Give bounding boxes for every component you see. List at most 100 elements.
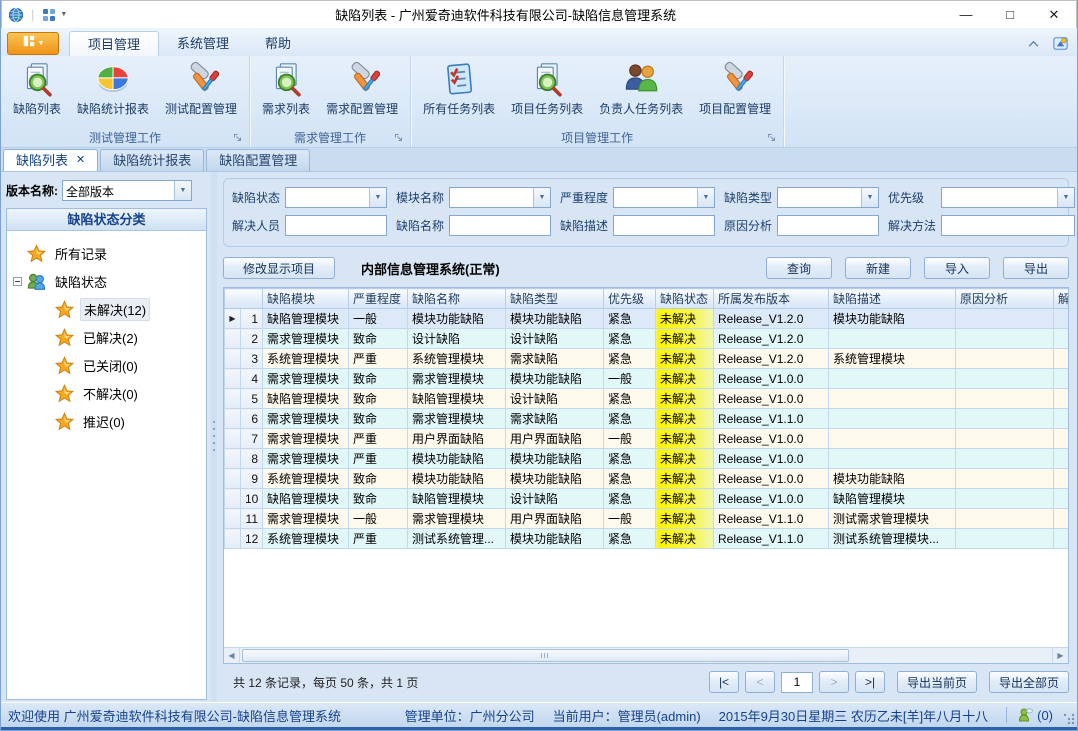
prev-page-button[interactable]: < [745,671,775,693]
filter-combobox[interactable]: ▼ [777,187,879,208]
cell [829,369,956,389]
ribbon-button[interactable]: 缺陷列表 [5,59,69,117]
cell: 致命 [349,369,408,389]
ribbon-button[interactable]: 缺陷统计报表 [69,59,157,117]
modify-columns-button[interactable]: 修改显示项目 [223,257,335,279]
dropdown-arrow-icon[interactable]: ▼ [697,188,714,207]
scroll-left-icon[interactable]: ◀ [224,648,240,663]
table-row[interactable]: 6需求管理模块致命需求管理模块需求缺陷紧急未解决Release_V1.1.0 [225,409,1069,429]
ribbon-tab[interactable]: 帮助 [247,31,309,56]
ribbon-tab[interactable]: 系统管理 [159,31,247,56]
column-header[interactable]: 缺陷状态 [656,289,714,309]
maximize-button[interactable]: □ [988,1,1032,28]
column-header[interactable]: 缺陷模块 [263,289,349,309]
column-header[interactable]: 缺陷类型 [506,289,604,309]
filter-input[interactable] [777,215,879,236]
ribbon-button[interactable]: 需求配置管理 [318,59,406,117]
table-row[interactable]: 4需求管理模块致命需求管理模块模块功能缺陷一般未解决Release_V1.0.0 [225,369,1069,389]
horizontal-scrollbar[interactable]: ◀ ▶ [224,647,1068,663]
filter-combobox[interactable]: ▼ [449,187,551,208]
ribbon-button[interactable]: 需求列表 [254,59,318,117]
table-row[interactable]: 2需求管理模块致命设计缺陷设计缺陷紧急未解决Release_V1.2.0 [225,329,1069,349]
column-header[interactable]: 缺陷描述 [829,289,956,309]
action-button[interactable]: 新建 [845,257,911,279]
tree-item[interactable]: 已解决(2) [7,323,206,351]
column-header[interactable]: 优先级 [604,289,656,309]
tree-item[interactable]: 已关闭(0) [7,351,206,379]
dialog-launcher-icon[interactable] [233,133,243,143]
column-header[interactable]: 缺陷名称 [408,289,506,309]
dialog-launcher-icon[interactable] [394,133,404,143]
action-button[interactable]: 导出 [1003,257,1069,279]
dropdown-arrow-icon[interactable]: ▼ [1057,188,1074,207]
filter-combobox[interactable]: ▼ [613,187,715,208]
ribbon-tab[interactable]: 项目管理 [69,31,159,56]
table-row[interactable]: 10缺陷管理模块致命缺陷管理模块设计缺陷紧急未解决Release_V1.0.0缺… [225,489,1069,509]
cell [1054,429,1069,449]
cell: 严重 [349,349,408,369]
filter-input[interactable] [449,215,551,236]
next-page-button[interactable]: > [819,671,849,693]
tree-item[interactable]: 不解决(0) [7,379,206,407]
filter-input[interactable] [941,215,1075,236]
first-page-button[interactable]: |< [709,671,739,693]
collapse-node-icon[interactable] [13,277,22,286]
table-row[interactable]: 5缺陷管理模块致命缺陷管理模块设计缺陷紧急未解决Release_V1.0.0 [225,389,1069,409]
ribbon-button[interactable]: 测试配置管理 [157,59,245,117]
dropdown-arrow-icon[interactable]: ▼ [533,188,550,207]
table-row[interactable]: 9系统管理模块致命模块功能缺陷模块功能缺陷紧急未解决Release_V1.0.0… [225,469,1069,489]
column-header[interactable]: 严重程度 [349,289,408,309]
ribbon-button[interactable]: 负责人任务列表 [591,59,691,117]
ribbon-button[interactable]: 所有任务列表 [415,59,503,117]
action-button[interactable]: 导入 [924,257,990,279]
ribbon-button[interactable]: 项目任务列表 [503,59,591,117]
table-row[interactable]: 3系统管理模块严重系统管理模块需求缺陷紧急未解决Release_V1.2.0系统… [225,349,1069,369]
document-tab[interactable]: 缺陷配置管理 [206,149,310,171]
message-indicator[interactable]: (0) [1017,707,1053,723]
column-header[interactable]: 所属发布版本 [714,289,829,309]
filter-input[interactable] [613,215,715,236]
column-header[interactable]: 原因分析 [956,289,1054,309]
document-tab[interactable]: 缺陷列表✕ [3,149,98,171]
close-button[interactable]: ✕ [1032,1,1076,28]
last-page-button[interactable]: >| [855,671,885,693]
export-all-pages-button[interactable]: 导出全部页 [989,671,1069,693]
filter-combobox[interactable]: ▼ [941,187,1075,208]
app-menu-button[interactable]: ▼ [7,32,59,55]
column-header[interactable]: 解决方法 [1054,289,1069,309]
close-tab-icon[interactable]: ✕ [76,150,85,171]
document-tab[interactable]: 缺陷统计报表 [100,149,204,171]
ribbon-button[interactable]: 项目配置管理 [691,59,779,117]
dropdown-arrow-icon[interactable]: ▼ [861,188,878,207]
dropdown-arrow-icon[interactable]: ▼ [174,181,191,200]
table-row[interactable]: 8需求管理模块严重模块功能缺陷模块功能缺陷紧急未解决Release_V1.0.0 [225,449,1069,469]
table-row[interactable]: 11需求管理模块一般需求管理模块用户界面缺陷一般未解决Release_V1.1.… [225,509,1069,529]
star-icon [55,300,74,319]
scrollbar-thumb[interactable] [242,649,849,662]
page-number-input[interactable] [781,672,813,693]
resize-grip[interactable] [1063,713,1075,725]
tree-item[interactable]: 缺陷状态 [7,267,206,295]
tree-item[interactable]: 推迟(0) [7,407,206,435]
filter-input[interactable] [285,215,387,236]
cell: 需求管理模块 [263,429,349,449]
sidebar-splitter[interactable] [211,172,217,702]
cell: 测试系统管理... [408,529,506,549]
tree-item[interactable]: 未解决(12) [7,295,206,323]
export-current-page-button[interactable]: 导出当前页 [897,671,977,693]
version-select[interactable]: 全部版本 ▼ [62,180,192,201]
table-row[interactable]: 7需求管理模块严重用户界面缺陷用户界面缺陷一般未解决Release_V1.0.0 [225,429,1069,449]
quick-access-toolbar[interactable]: ▼ [41,7,67,23]
cell [956,489,1054,509]
dropdown-arrow-icon[interactable]: ▼ [369,188,386,207]
minimize-button[interactable]: — [944,1,988,28]
dialog-launcher-icon[interactable] [767,133,777,143]
scroll-right-icon[interactable]: ▶ [1052,648,1068,663]
tree-item[interactable]: 所有记录 [7,239,206,267]
action-button[interactable]: 查询 [766,257,832,279]
table-row[interactable]: ▶1缺陷管理模块一般模块功能缺陷模块功能缺陷紧急未解决Release_V1.2.… [225,309,1069,329]
filter-combobox[interactable]: ▼ [285,187,387,208]
collapse-ribbon-icon[interactable] [1027,40,1040,48]
help-icon[interactable] [1052,35,1069,52]
table-row[interactable]: 12系统管理模块严重测试系统管理...模块功能缺陷紧急未解决Release_V1… [225,529,1069,549]
